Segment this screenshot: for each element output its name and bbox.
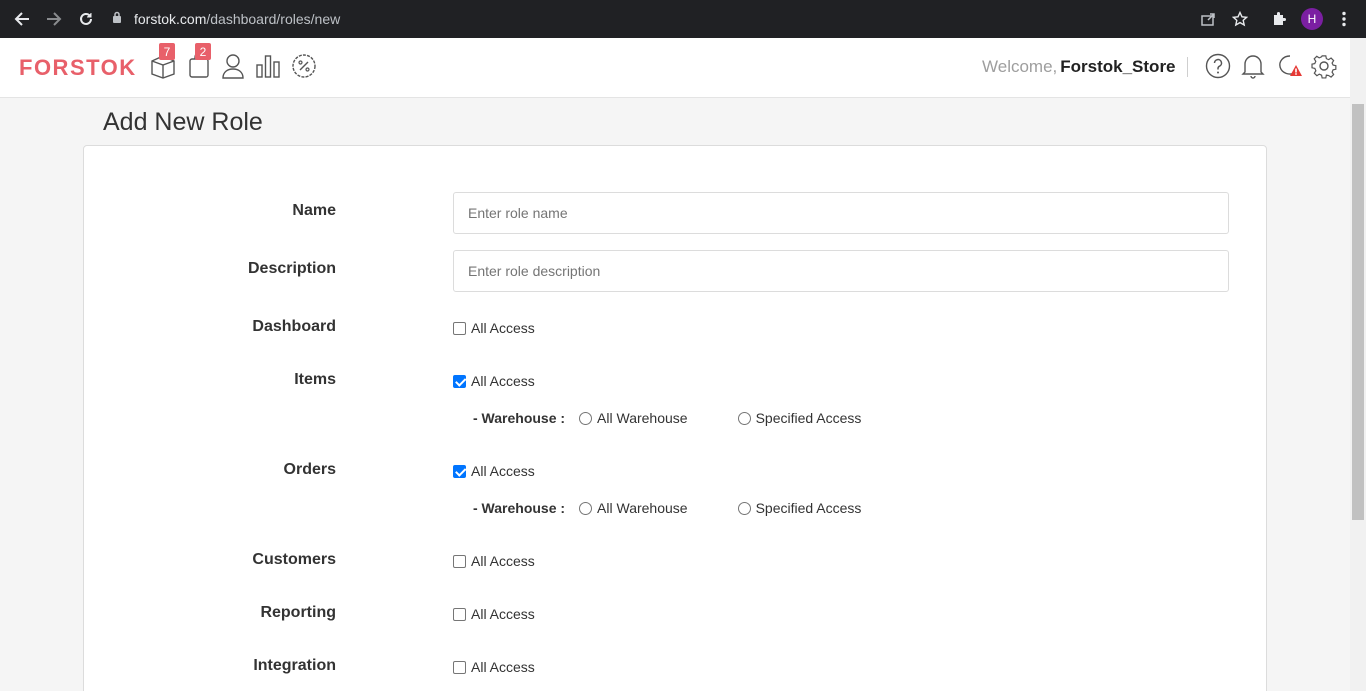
items-badge: 7	[159, 43, 175, 60]
checkbox-box[interactable]	[453, 464, 466, 478]
browser-toolbar: forstok.com/dashboard/roles/new H	[0, 0, 1366, 38]
checkbox-box[interactable]	[453, 321, 466, 335]
items-label: Items	[294, 371, 336, 388]
scroll-thumb[interactable]	[1352, 104, 1364, 520]
reload-icon[interactable]	[76, 9, 96, 29]
reports-nav-icon[interactable]	[254, 52, 282, 80]
radio-circle[interactable]	[737, 501, 751, 515]
checkbox-label: All Access	[471, 320, 535, 336]
settings-gear-icon[interactable]	[1310, 52, 1338, 80]
name-label: Name	[292, 202, 336, 219]
lock-icon	[112, 10, 122, 28]
notification-bell-icon[interactable]	[1239, 52, 1267, 80]
app-header: FORSTOK 7 2 Welcome, Forstok_Store	[0, 38, 1350, 98]
role-name-input[interactable]	[453, 192, 1229, 234]
forward-icon[interactable]	[44, 9, 64, 29]
page-title: Add New Role	[103, 108, 263, 136]
radio-label: Specified Access	[755, 500, 862, 516]
items-nav-icon[interactable]: 7	[149, 43, 177, 80]
checkbox-box[interactable]	[453, 374, 466, 388]
orders-badge: 2	[195, 43, 211, 60]
checkbox-box[interactable]	[453, 554, 466, 568]
url-text: forstok.com/dashboard/roles/new	[134, 11, 341, 27]
radio-label: Specified Access	[755, 410, 862, 426]
reporting-all-access-checkbox[interactable]: All Access	[453, 606, 535, 622]
orders-all-access-checkbox[interactable]: All Access	[453, 463, 535, 479]
reporting-label: Reporting	[260, 604, 336, 621]
profile-avatar[interactable]: H	[1301, 8, 1323, 30]
extensions-icon[interactable]	[1269, 9, 1289, 29]
checkbox-box[interactable]	[453, 607, 466, 621]
radio-circle[interactable]	[579, 501, 593, 515]
page-scrollbar[interactable]	[1350, 38, 1366, 691]
username[interactable]: Forstok_Store	[1060, 57, 1175, 76]
bookmark-star-icon[interactable]	[1230, 9, 1250, 29]
radio-label: All Warehouse	[597, 410, 688, 426]
customers-label: Customers	[252, 551, 336, 568]
role-description-input[interactable]	[453, 250, 1229, 292]
forstok-logo[interactable]: FORSTOK	[19, 55, 137, 81]
checkbox-label: All Access	[471, 659, 535, 675]
items-all-access-checkbox[interactable]: All Access	[453, 373, 535, 389]
description-label: Description	[247, 260, 336, 277]
dashboard-label: Dashboard	[252, 318, 336, 335]
customers-all-access-checkbox[interactable]: All Access	[453, 553, 535, 569]
alert-chat-icon[interactable]	[1277, 52, 1305, 80]
welcome-label: Welcome,	[982, 57, 1058, 76]
orders-label: Orders	[283, 461, 336, 478]
promotions-nav-icon[interactable]	[290, 52, 318, 80]
items-all-warehouse-radio[interactable]: All Warehouse	[579, 410, 688, 426]
warehouse-label: - Warehouse :	[473, 500, 566, 516]
share-icon[interactable]	[1198, 9, 1218, 29]
welcome-text: Welcome, Forstok_Store	[982, 57, 1176, 77]
checkbox-label: All Access	[471, 553, 535, 569]
dashboard-all-access-checkbox[interactable]: All Access	[453, 320, 535, 336]
header-divider	[1187, 57, 1188, 77]
help-icon[interactable]	[1204, 52, 1232, 80]
checkbox-box[interactable]	[453, 660, 466, 674]
customers-nav-icon[interactable]	[219, 52, 247, 80]
role-form-card: Name Description Dashboard All Access It…	[83, 145, 1267, 691]
orders-all-warehouse-radio[interactable]: All Warehouse	[579, 500, 688, 516]
orders-warehouse-row: - Warehouse : All Warehouse Specified Ac…	[473, 500, 861, 516]
integration-label: Integration	[253, 657, 336, 674]
items-warehouse-row: - Warehouse : All Warehouse Specified Ac…	[473, 410, 861, 426]
browser-menu-icon[interactable]	[1334, 9, 1354, 29]
orders-specified-access-radio[interactable]: Specified Access	[737, 500, 862, 516]
address-bar[interactable]: forstok.com/dashboard/roles/new	[112, 5, 1230, 33]
back-icon[interactable]	[12, 9, 32, 29]
radio-circle[interactable]	[579, 411, 593, 425]
checkbox-label: All Access	[471, 606, 535, 622]
integration-all-access-checkbox[interactable]: All Access	[453, 659, 535, 675]
items-specified-access-radio[interactable]: Specified Access	[737, 410, 862, 426]
checkbox-label: All Access	[471, 373, 535, 389]
radio-label: All Warehouse	[597, 500, 688, 516]
warehouse-label: - Warehouse :	[473, 410, 566, 426]
radio-circle[interactable]	[737, 411, 751, 425]
checkbox-label: All Access	[471, 463, 535, 479]
orders-nav-icon[interactable]: 2	[185, 43, 213, 80]
